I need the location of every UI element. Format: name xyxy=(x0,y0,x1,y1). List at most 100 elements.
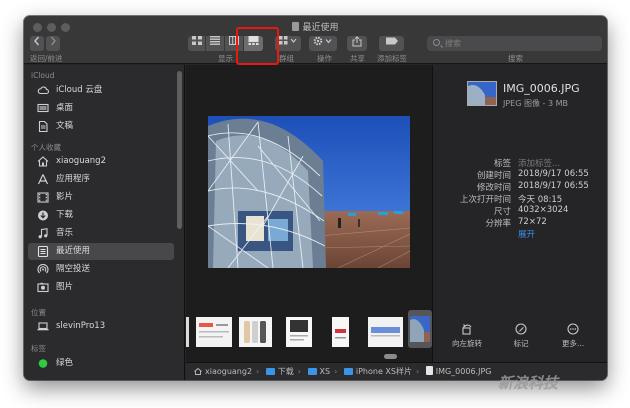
chevron-left-icon xyxy=(34,36,40,46)
filmstrip-thumbnail[interactable] xyxy=(196,317,232,347)
filmstrip-thumbnail[interactable] xyxy=(368,317,403,347)
gallery-view xyxy=(186,65,432,362)
search-placeholder: 搜索 xyxy=(445,39,461,48)
filmstrip-thumbnail[interactable] xyxy=(186,317,189,347)
tag-button[interactable] xyxy=(379,36,404,51)
show-more-link[interactable]: 展开 xyxy=(518,228,535,240)
search-label: 搜索 xyxy=(508,54,523,63)
file-icon xyxy=(425,366,433,375)
list-view-button[interactable] xyxy=(206,36,224,51)
share-button[interactable] xyxy=(347,36,367,51)
path-crumb-label: IMG_0006.JPG xyxy=(435,367,492,376)
sidebar-item-label: 图片 xyxy=(56,282,74,292)
home-icon xyxy=(194,368,202,375)
sidebar-heading-tags: 标签 xyxy=(31,344,46,353)
path-crumb-label: XS xyxy=(319,367,331,376)
sidebar-item-label: slevinPro13 xyxy=(56,321,106,331)
meta-key-modified: 修改时间 xyxy=(476,183,511,193)
home-icon xyxy=(37,156,49,167)
path-crumb-downloads[interactable]: 下载 xyxy=(265,363,294,380)
grid-icon xyxy=(191,36,202,45)
sidebar-item-label: 应用程序 xyxy=(56,174,91,184)
action-label: 操作 xyxy=(317,54,332,63)
filmstrip-thumbnail[interactable] xyxy=(286,317,312,347)
icon-view-button[interactable] xyxy=(188,36,205,51)
recents-icon xyxy=(37,246,49,257)
download-icon xyxy=(38,210,48,221)
action-button[interactable] xyxy=(309,36,337,51)
main-photo-preview[interactable] xyxy=(208,116,410,268)
chevron-right-icon xyxy=(50,36,56,46)
sidebar-item-music[interactable]: 音乐 xyxy=(28,225,174,242)
meta-key-tags: 标签 xyxy=(493,159,511,169)
tag-label: 添加标签 xyxy=(377,54,407,63)
document-thumbnail-image xyxy=(290,320,308,341)
share-icon xyxy=(352,36,362,47)
sidebar-item-airdrop[interactable]: 隔空投送 xyxy=(28,261,174,278)
dome-thumbnail-image xyxy=(410,316,430,342)
sidebar-item-desktop[interactable]: 桌面 xyxy=(28,100,174,117)
list-icon xyxy=(210,36,220,45)
filmstrip-scrollbar[interactable] xyxy=(384,354,397,359)
filmstrip-thumbnail-selected[interactable] xyxy=(408,310,432,348)
sidebar-heading-locations: 位置 xyxy=(31,308,46,317)
filmstrip-thumbnail[interactable] xyxy=(239,317,272,347)
folder-proxy-icon xyxy=(292,22,300,31)
sidebar-item-label: 音乐 xyxy=(56,228,74,238)
receipt-thumbnail-image xyxy=(199,323,229,338)
markup-button[interactable]: 标记 xyxy=(501,323,541,349)
sidebar-item-green-tag[interactable]: 绿色 xyxy=(28,355,174,372)
sidebar-item-home[interactable]: xiaoguang2 xyxy=(28,153,174,170)
sidebar-item-label: 文稿 xyxy=(56,121,74,131)
meta-value-resolution: 72×72 xyxy=(518,217,547,227)
path-crumb-home[interactable]: xiaoguang2 xyxy=(194,363,252,380)
sidebar-scrollbar[interactable] xyxy=(177,71,182,229)
meta-key-last-opened: 上次打开时间 xyxy=(459,195,511,205)
filmstrip xyxy=(186,305,432,355)
rotate-left-label: 向左旋转 xyxy=(452,339,482,348)
sidebar-item-label: 影片 xyxy=(56,192,74,202)
path-crumb-xs[interactable]: XS xyxy=(307,363,331,380)
filmstrip-thumbnail[interactable] xyxy=(332,317,349,347)
sidebar-item-recents[interactable]: 最近使用 xyxy=(28,243,174,260)
sidebar-item-slevinpro13[interactable]: slevinPro13 xyxy=(28,318,174,335)
path-crumb-file[interactable]: IMG_0006.JPG xyxy=(425,363,492,380)
folder-icon xyxy=(307,368,317,375)
desktop-icon xyxy=(37,103,49,113)
back-button[interactable] xyxy=(30,36,44,51)
meta-value-created: 2018/9/17 06:55 xyxy=(518,169,589,179)
sidebar-item-label: 桌面 xyxy=(56,103,74,113)
path-separator: › xyxy=(297,367,301,376)
path-crumb-iphone-xs-samples[interactable]: iPhone XS样片 xyxy=(343,363,412,380)
music-icon xyxy=(38,228,48,239)
sidebar-item-label: 绿色 xyxy=(56,358,74,368)
meta-value-modified: 2018/9/17 06:55 xyxy=(518,181,589,191)
dome-photo-image xyxy=(208,116,410,268)
screenshot-thumbnail-image xyxy=(335,329,346,339)
back-forward-label: 返回/前进 xyxy=(30,54,63,63)
sidebar-item-label: 下载 xyxy=(56,210,74,220)
gear-icon xyxy=(313,36,332,46)
sidebar-item-pictures[interactable]: 图片 xyxy=(28,279,174,296)
path-separator: › xyxy=(334,367,338,376)
meta-key-created: 创建时间 xyxy=(476,171,511,181)
meta-value-tags-field[interactable]: 添加标签... xyxy=(518,157,560,169)
sidebar-item-documents[interactable]: 文稿 xyxy=(28,118,174,135)
forward-button[interactable] xyxy=(46,36,60,51)
more-actions-button[interactable]: 更多... xyxy=(553,323,593,349)
sidebar-heading-icloud: iCloud xyxy=(31,71,55,80)
airdrop-icon xyxy=(37,264,49,274)
finder-window: 最近使用 返回/前进 显示 群组 操作 共享 添加标签 搜索 搜索 iCloud… xyxy=(24,16,607,380)
preview-thumbnail xyxy=(467,81,497,106)
applications-icon xyxy=(37,174,49,185)
window-title: 最近使用 xyxy=(24,20,607,33)
rotate-left-button[interactable]: 向左旋转 xyxy=(447,323,487,349)
sidebar-item-applications[interactable]: 应用程序 xyxy=(28,171,174,188)
sidebar-item-icloud-drive[interactable]: iCloud 云盘 xyxy=(28,82,174,99)
gallery-view-highlight-box xyxy=(236,27,279,65)
sidebar-item-downloads[interactable]: 下载 xyxy=(28,207,174,224)
dome-small-thumbnail-image xyxy=(468,82,496,105)
search-field[interactable]: 搜索 xyxy=(427,36,602,51)
sidebar-item-label: xiaoguang2 xyxy=(56,156,106,166)
sidebar-item-movies[interactable]: 影片 xyxy=(28,189,174,206)
